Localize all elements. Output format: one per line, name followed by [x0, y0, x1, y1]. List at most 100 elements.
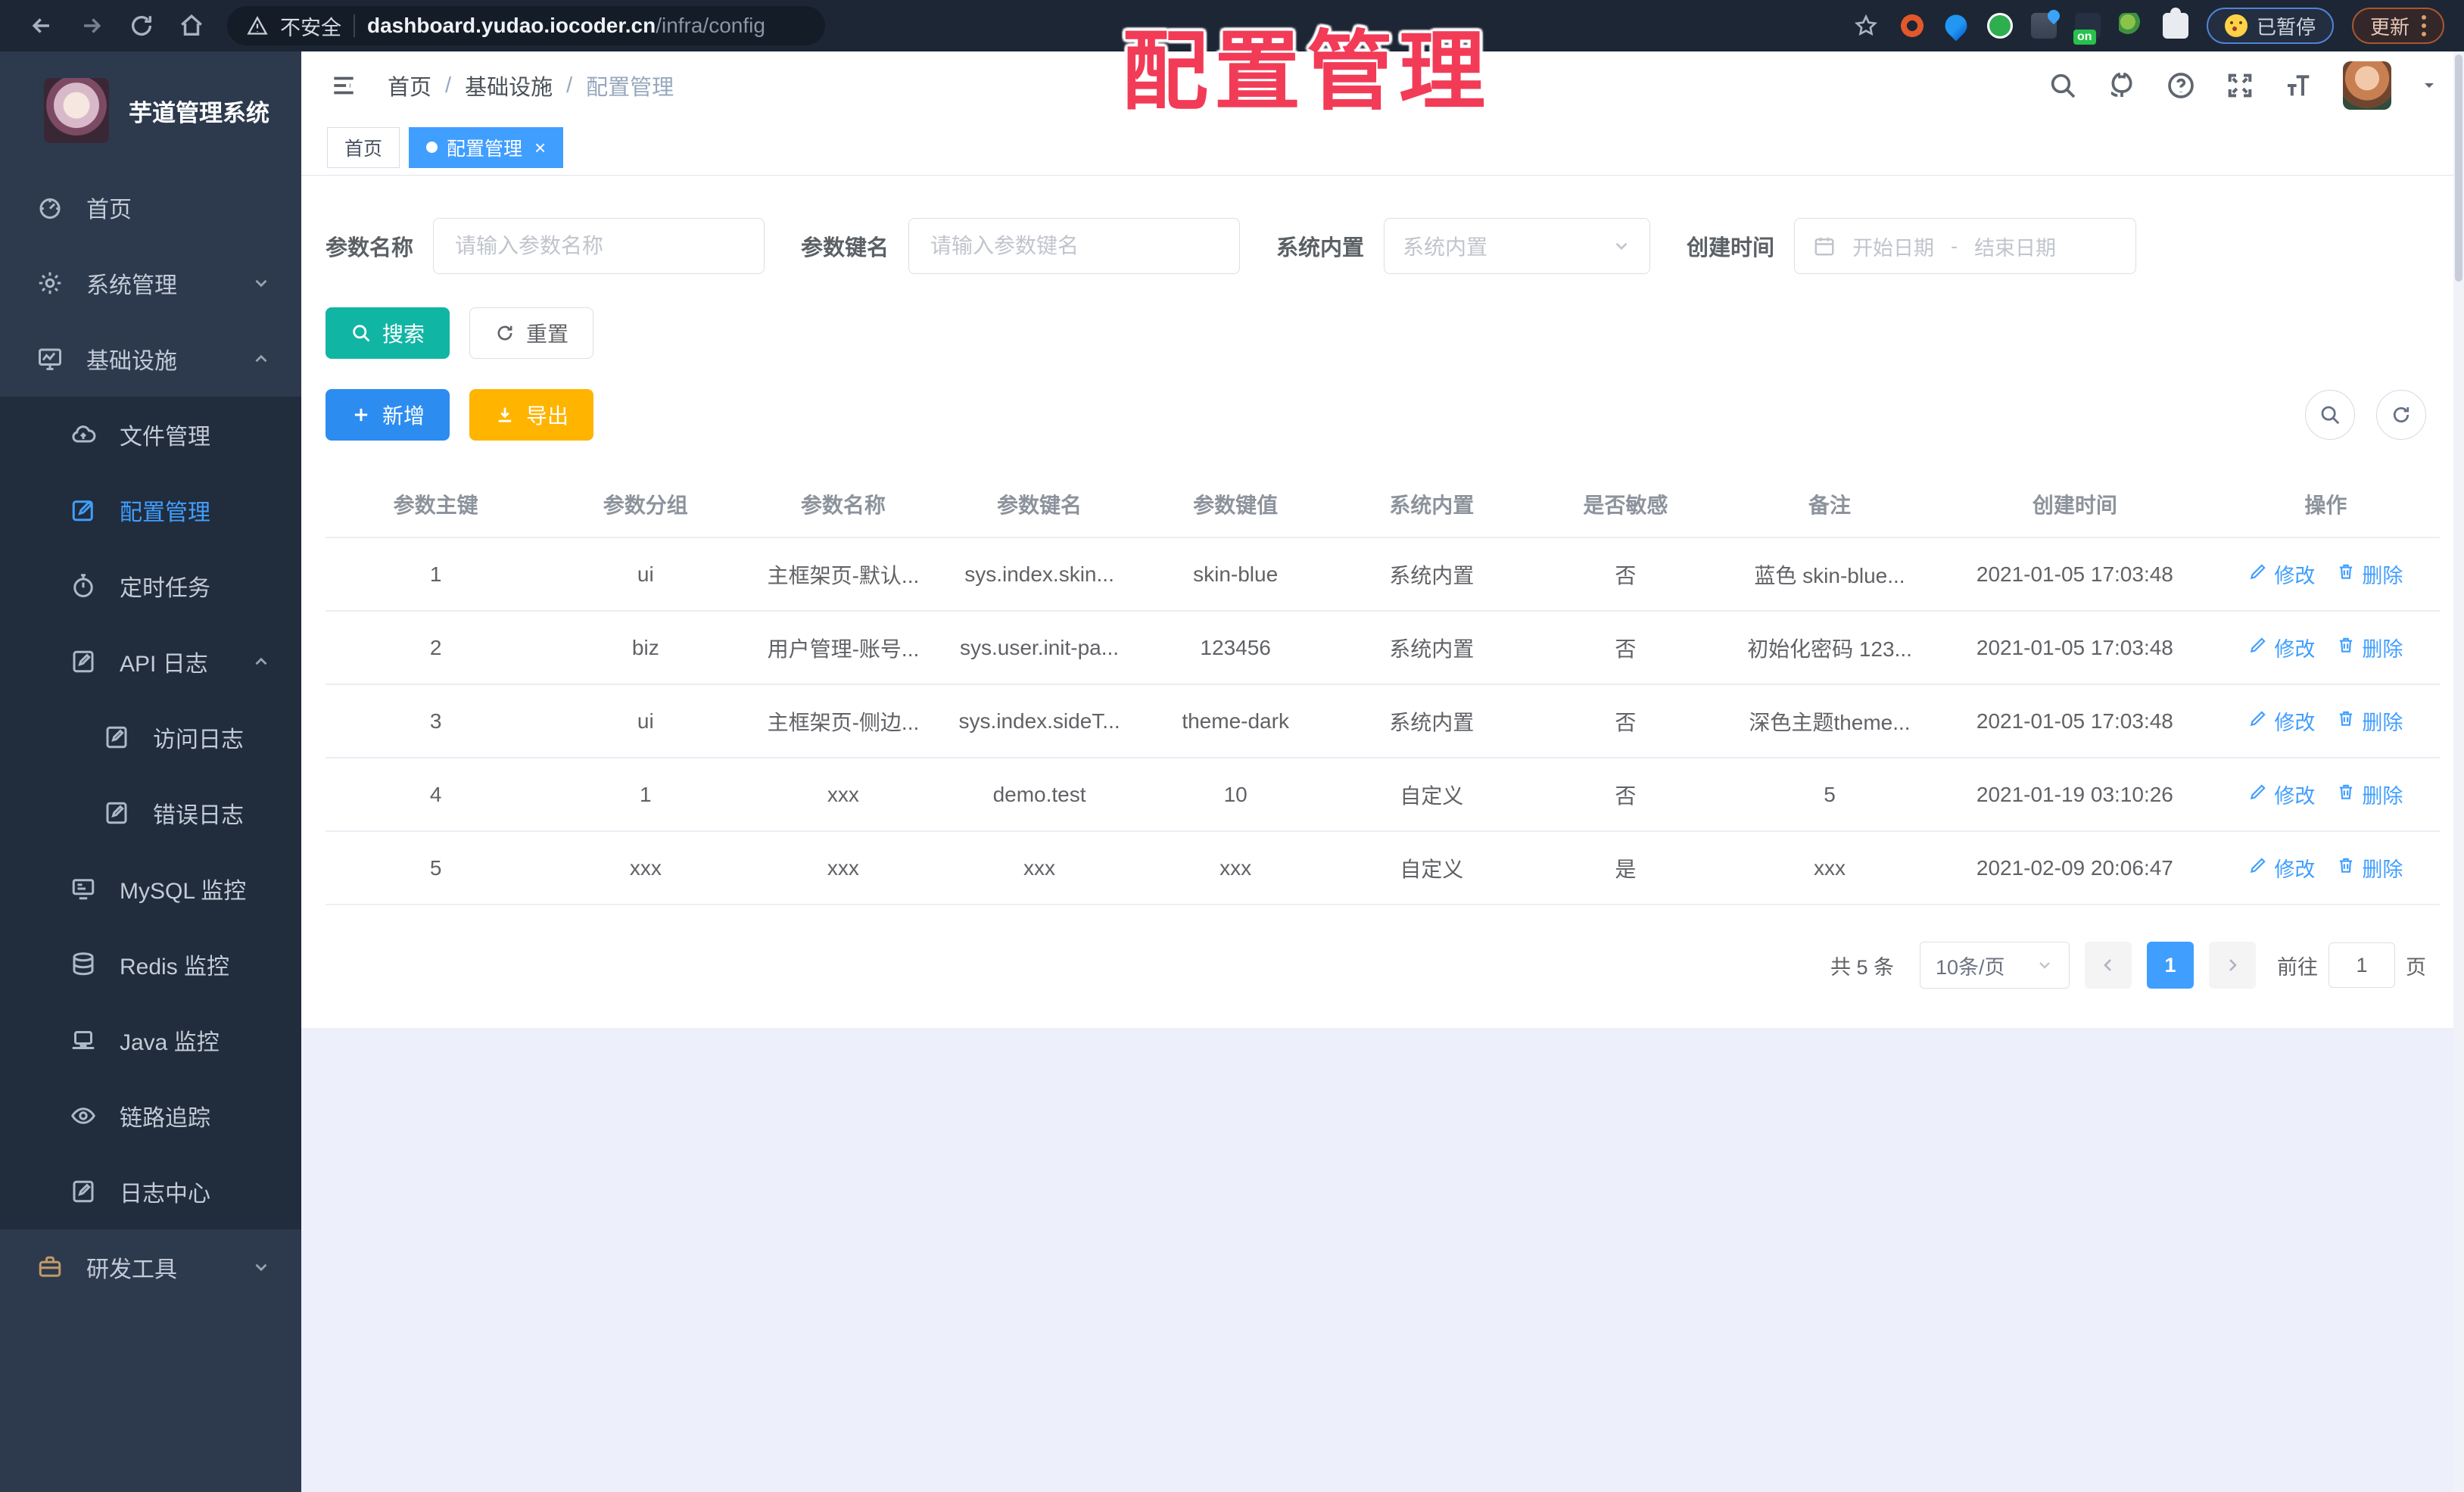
extension-pin-icon[interactable] [1940, 10, 1972, 42]
breadcrumb-item[interactable]: 首页 [388, 70, 431, 101]
chevron-up-icon [251, 652, 271, 671]
delete-link[interactable]: 删除 [2336, 706, 2403, 736]
edit-link[interactable]: 修改 [2248, 853, 2315, 883]
browser-actions: on 已暂停 更新 [1851, 8, 2444, 45]
table-tools [2305, 390, 2426, 440]
param-name-input[interactable] [433, 218, 765, 274]
github-icon[interactable] [2107, 70, 2137, 101]
sidebar-item-MySQL 监控[interactable]: MySQL 监控 [0, 851, 301, 927]
sidebar-item-链路追踪[interactable]: 链路追踪 [0, 1078, 301, 1154]
sidebar-item-错误日志[interactable]: 错误日志 [0, 775, 301, 851]
delete-link[interactable]: 删除 [2336, 780, 2403, 809]
sidebar-item-label: Java 监控 [120, 1030, 220, 1055]
sidebar-item-系统管理[interactable]: 系统管理 [0, 245, 301, 321]
search-icon[interactable] [2048, 70, 2078, 101]
chevron-down-icon[interactable] [2420, 76, 2438, 95]
sidebar-item-研发工具[interactable]: 研发工具 [0, 1229, 301, 1305]
forward-icon[interactable] [70, 4, 114, 48]
breadcrumb-item[interactable]: 基础设施 [465, 70, 553, 101]
search-button[interactable]: 搜索 [326, 307, 450, 359]
date-end-placeholder: 结束日期 [1974, 236, 2057, 260]
sidebar-item-首页[interactable]: 首页 [0, 170, 301, 245]
refresh-table-button[interactable] [2376, 390, 2426, 440]
table-cell: 系统内置 [1333, 684, 1530, 758]
pencil-icon [2248, 782, 2268, 807]
sidebar-item-文件管理[interactable]: 文件管理 [0, 397, 301, 472]
emoji-face-icon [2224, 14, 2248, 37]
home-icon[interactable] [170, 4, 213, 48]
bookmark-star-icon[interactable] [1851, 11, 1881, 41]
trash-icon [2336, 855, 2356, 880]
table-cell: 1 [546, 758, 746, 832]
close-icon[interactable]: × [534, 138, 546, 157]
goto-page: 前往 页 [2277, 942, 2426, 988]
scrollbar[interactable] [2453, 51, 2464, 1492]
table-cell: 系统内置 [1333, 537, 1530, 612]
update-pill[interactable]: 更新 [2351, 8, 2444, 44]
back-icon[interactable] [20, 4, 64, 48]
page-number-button[interactable]: 1 [2147, 942, 2194, 989]
sidebar-item-定时任务[interactable]: 定时任务 [0, 548, 301, 624]
gear-icon [36, 269, 64, 297]
edit-link[interactable]: 修改 [2248, 706, 2315, 736]
sidebar-item-Redis 监控[interactable]: Redis 监控 [0, 927, 301, 1002]
edit-link[interactable]: 修改 [2248, 633, 2315, 662]
app: 芋道管理系统 首页 系统管理 基础设施 文件管理 配置管理 定时任务 API 日志 访问日志错… [0, 51, 2464, 1492]
hamburger-icon[interactable] [327, 69, 360, 102]
system-builtin-select[interactable]: 系统内置 [1384, 218, 1651, 274]
table-cell: 深色主题theme... [1721, 684, 1939, 758]
delete-link[interactable]: 删除 [2336, 559, 2403, 589]
extension-on-icon[interactable]: on [2073, 13, 2101, 45]
sidebar-menu: 首页系统管理 基础设施 文件管理配置管理定时任务 API 日志 访问日志 错误日志 MySQ… [0, 170, 301, 1305]
reload-icon[interactable] [120, 4, 164, 48]
prev-page-button[interactable] [2085, 942, 2132, 989]
sidebar-item-基础设施[interactable]: 基础设施 [0, 321, 301, 397]
column-header: 参数名称 [745, 471, 942, 538]
sidebar-item-label: 链路追踪 [120, 1106, 210, 1131]
user-avatar[interactable] [2343, 61, 2391, 110]
sidebar-item-API 日志[interactable]: API 日志 [0, 624, 301, 699]
menu-kebab-icon[interactable] [2422, 15, 2426, 36]
tab-首页[interactable]: 首页 [327, 126, 400, 168]
page-size-select[interactable]: 10条/页 [1920, 942, 2070, 989]
sidebar-item-label: 配置管理 [120, 500, 210, 525]
date-range-picker[interactable]: 开始日期 - 结束日期 [1794, 218, 2137, 274]
table-cell: 2021-01-19 03:10:26 [1938, 758, 2212, 832]
export-button[interactable]: 导出 [469, 389, 594, 441]
table-cell: sys.index.sideT... [941, 684, 1138, 758]
edit-link[interactable]: 修改 [2248, 780, 2315, 809]
table-cell: 2021-01-05 17:03:48 [1938, 611, 2212, 685]
plus-icon [354, 408, 368, 422]
sidebar-item-Java 监控[interactable]: Java 监控 [0, 1002, 301, 1078]
delete-link[interactable]: 删除 [2336, 853, 2403, 883]
table-cell: 5 [326, 831, 547, 905]
paused-pill[interactable]: 已暂停 [2206, 8, 2334, 44]
tab-配置管理[interactable]: 配置管理 × [409, 126, 564, 168]
log-icon [103, 724, 130, 751]
goto-page-input[interactable] [2328, 942, 2395, 988]
help-icon[interactable] [2166, 70, 2196, 101]
param-key-input[interactable] [908, 218, 1241, 274]
add-button[interactable]: 新增 [326, 389, 450, 441]
extension-ring-icon[interactable] [1899, 13, 1925, 39]
extension-v-icon[interactable] [1986, 13, 2013, 39]
edit-link[interactable]: 修改 [2248, 559, 2315, 589]
column-header: 参数主键 [326, 471, 547, 538]
address-bar[interactable]: 不安全 dashboard.yudao.iocoder.cn/infra/con… [227, 6, 825, 45]
scrollbar-thumb[interactable] [2455, 55, 2462, 282]
sidebar-item-label: 首页 [86, 198, 132, 223]
delete-link[interactable]: 删除 [2336, 633, 2403, 662]
sidebar-item-日志中心[interactable]: 日志中心 [0, 1154, 301, 1229]
sidebar-logo-row[interactable]: 芋道管理系统 [0, 51, 301, 170]
column-header: 备注 [1721, 471, 1939, 538]
extension-grid-icon[interactable] [2030, 13, 2057, 39]
reset-button[interactable]: 重置 [469, 307, 594, 359]
sidebar-item-访问日志[interactable]: 访问日志 [0, 699, 301, 775]
toggle-search-button[interactable] [2305, 390, 2355, 440]
extensions-puzzle-icon[interactable] [2162, 8, 2188, 39]
extension-leaf-icon[interactable] [2118, 13, 2145, 39]
next-page-button[interactable] [2209, 942, 2256, 989]
font-size-icon[interactable] [2284, 70, 2314, 101]
fullscreen-icon[interactable] [2225, 70, 2255, 101]
sidebar-item-配置管理[interactable]: 配置管理 [0, 472, 301, 548]
